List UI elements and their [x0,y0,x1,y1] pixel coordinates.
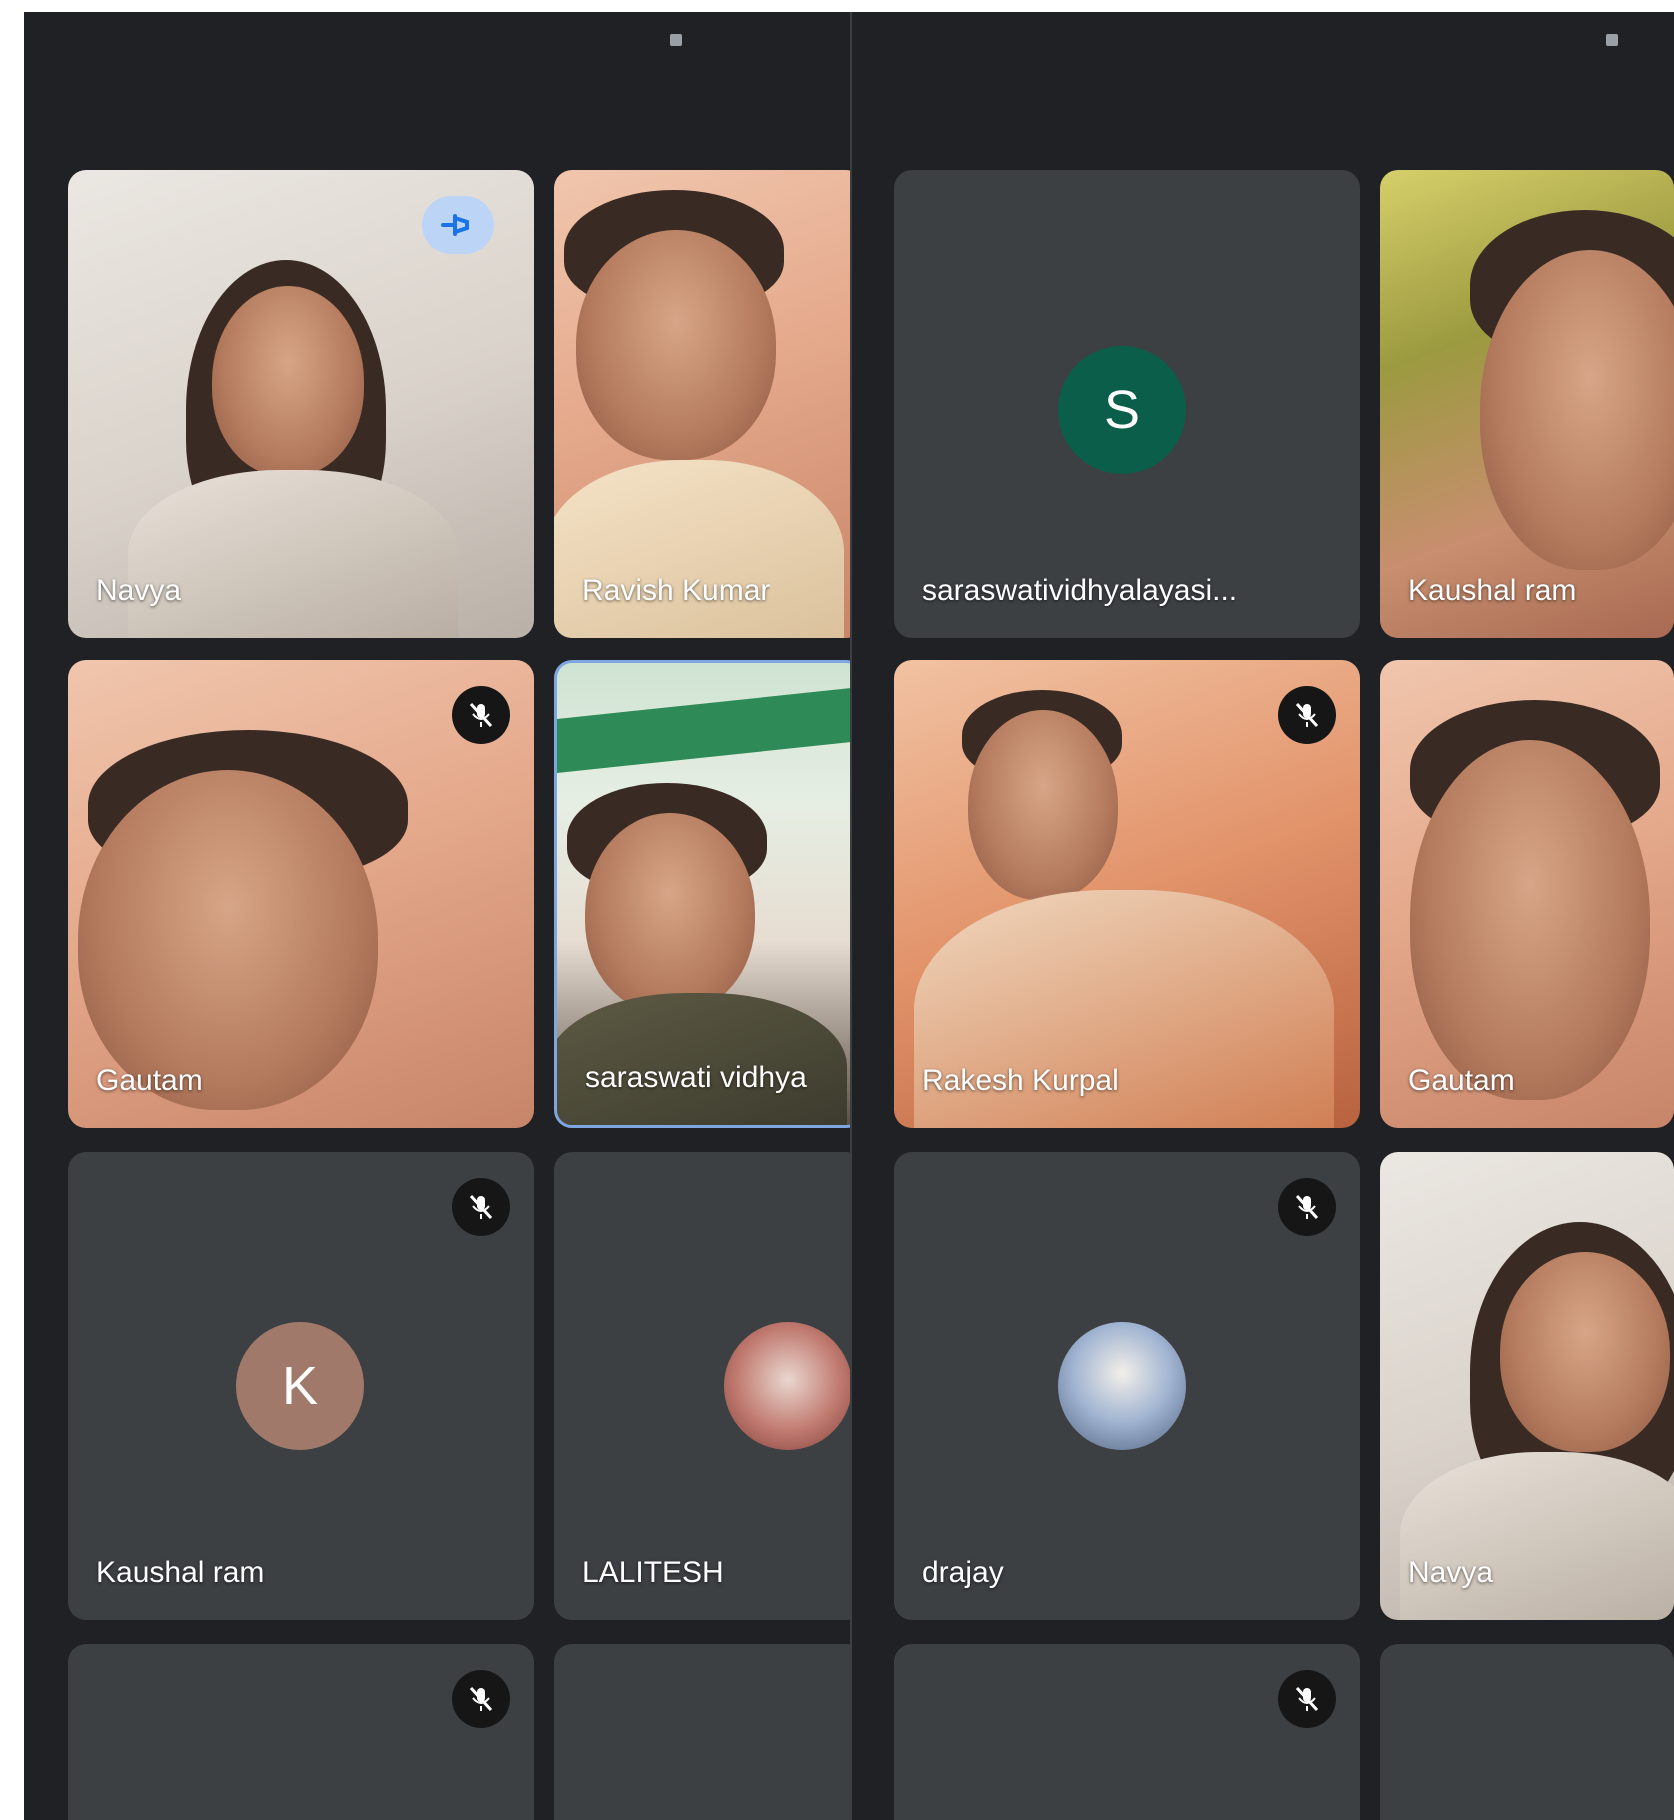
mic-off-icon [469,1686,493,1712]
status-dot-icon [1606,34,1618,46]
meeting-grid-left: Navya Ravish Kumar Gautam saraswati vidh… [24,12,850,1820]
participant-name: Ravish Kumar [582,574,771,607]
avatar: K [236,1322,364,1450]
participant-tile[interactable] [68,1644,534,1820]
mic-off-icon [1295,702,1319,728]
participant-tile[interactable]: Kaushal ram [1380,170,1674,638]
avatar [1058,1322,1186,1450]
participant-name: Navya [1408,1556,1494,1589]
avatar: S [1058,346,1186,474]
mute-button[interactable] [452,1178,510,1236]
participant-tile[interactable]: K Kaushal ram [68,1152,534,1620]
pin-icon [441,214,469,236]
participant-name: LALITESH [582,1556,724,1589]
mic-off-icon [469,702,493,728]
mute-button[interactable] [1278,1670,1336,1728]
mic-off-icon [1295,1686,1319,1712]
mute-button[interactable] [1278,1178,1336,1236]
participant-name: Kaushal ram [1408,574,1577,607]
mic-off-icon [1295,1194,1319,1220]
mute-button[interactable] [1278,686,1336,744]
participant-tile[interactable]: LALITESH [554,1152,850,1620]
meeting-grid-right: S saraswatividhyalayasi... Kaushal ram R… [852,12,1674,1820]
participant-tile[interactable] [894,1644,1360,1820]
participant-name: saraswati vidhya [585,1061,807,1094]
participant-tile[interactable]: saraswati vidhya [554,660,850,1128]
participant-name: Navya [96,574,182,607]
mic-off-icon [469,1194,493,1220]
participant-tile[interactable]: Gautam [1380,660,1674,1128]
participant-tile[interactable]: Navya [1380,1152,1674,1620]
participant-tile[interactable]: drajay [894,1152,1360,1620]
mute-button[interactable] [452,1670,510,1728]
pin-button[interactable] [422,196,494,254]
participant-tile[interactable] [554,1644,850,1820]
participant-name: saraswatividhyalayasi... [922,574,1238,607]
status-dot-icon [670,34,682,46]
participant-name: Kaushal ram [96,1556,265,1589]
participant-name: drajay [922,1556,1004,1589]
participant-tile[interactable]: S saraswatividhyalayasi... [894,170,1360,638]
mute-button[interactable] [452,686,510,744]
participant-tile[interactable]: Ravish Kumar [554,170,850,638]
participant-tile[interactable]: Gautam [68,660,534,1128]
participant-tile[interactable] [1380,1644,1674,1820]
participant-video [557,687,850,773]
participant-name: Gautam [1408,1064,1515,1097]
participant-name: Gautam [96,1064,203,1097]
participant-tile[interactable]: Rakesh Kurpal [894,660,1360,1128]
participant-name: Rakesh Kurpal [922,1064,1119,1097]
avatar [724,1322,850,1450]
participant-tile[interactable]: Navya [68,170,534,638]
